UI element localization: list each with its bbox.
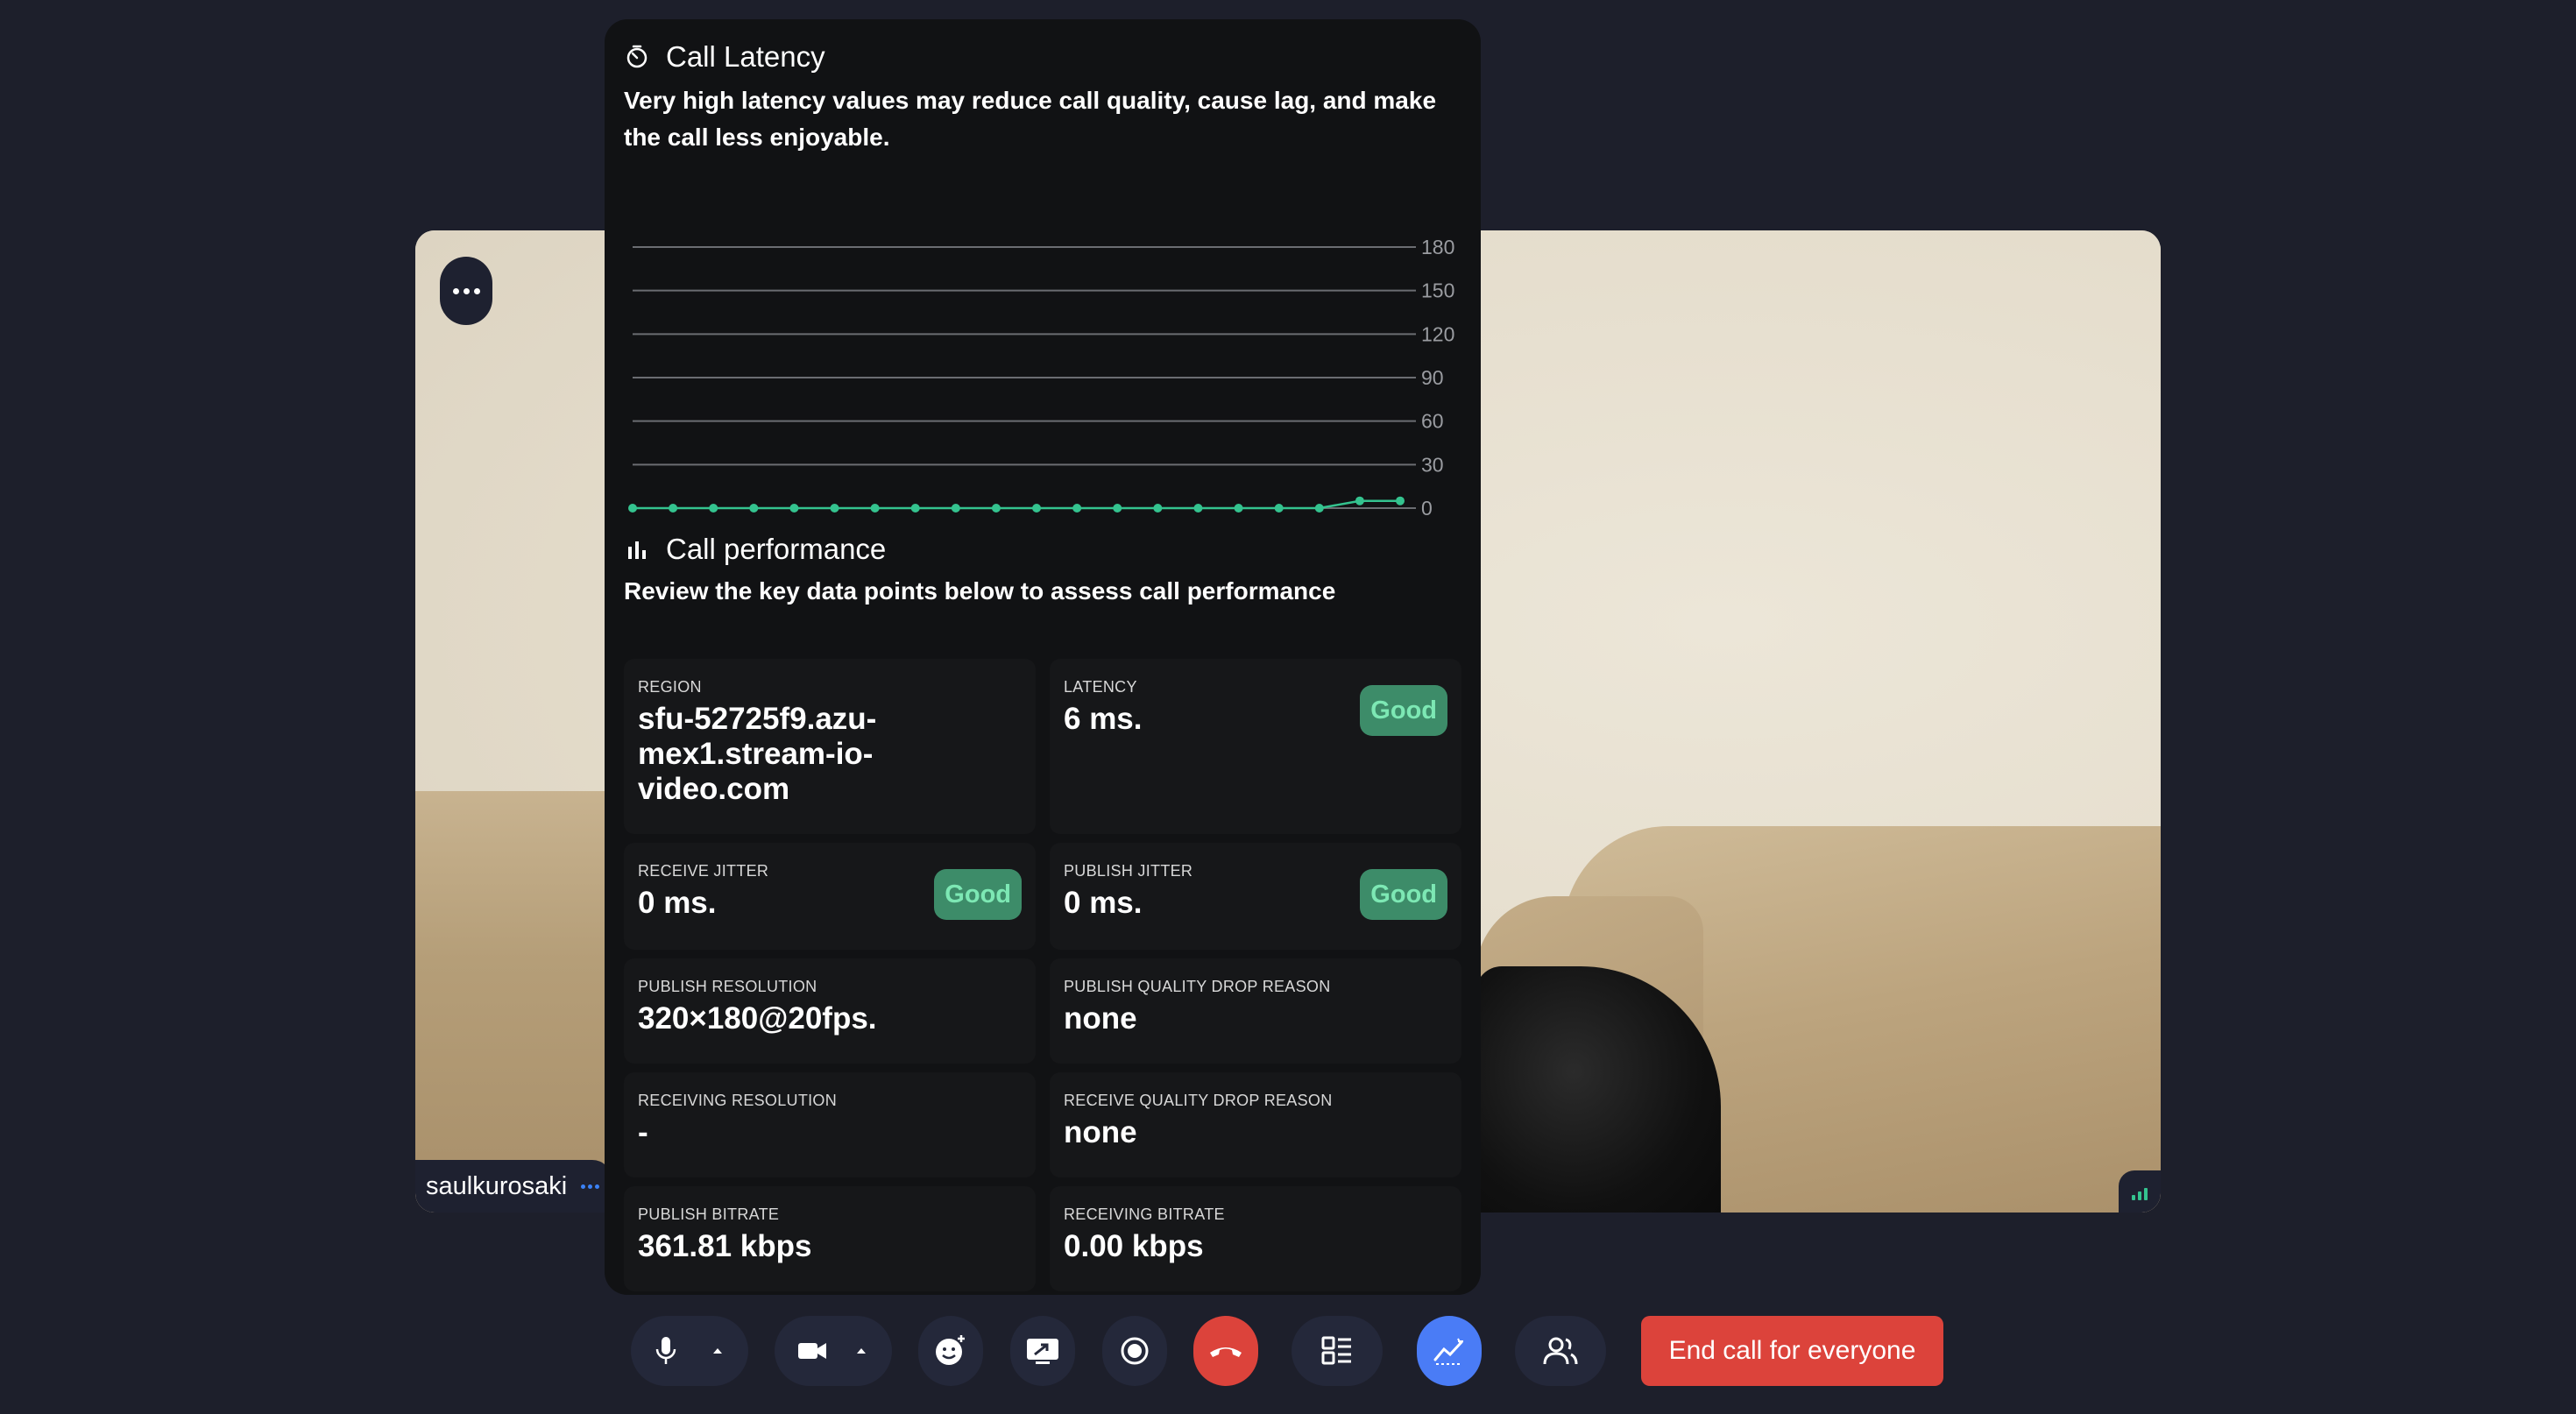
stat-card-receiving-bitrate: RECEIVING BITRATE 0.00 kbps [1050, 1186, 1461, 1291]
latency-point [1193, 504, 1203, 513]
y-tick-label: 60 [1421, 410, 1444, 433]
layout-icon [1321, 1336, 1351, 1365]
stat-card-region: REGION sfu-52725f9.azu-mex1.stream-io-vi… [624, 659, 1036, 834]
status-badge: Good [1360, 869, 1447, 920]
screen-share-icon [1027, 1339, 1058, 1364]
latency-point [1355, 496, 1364, 506]
latency-description: Very high latency values may reduce call… [624, 87, 1437, 151]
stat-label: REGION [638, 678, 702, 696]
chevron-up-icon[interactable] [853, 1342, 870, 1360]
stat-card-publish-bitrate: PUBLISH BITRATE 361.81 kbps [624, 1186, 1036, 1291]
reaction-button[interactable] [918, 1316, 983, 1386]
status-badge: Good [934, 869, 1022, 920]
call-stats-panel: Call Latency Very high latency values ma… [605, 19, 1481, 1295]
performance-description: Review the key data points below to asse… [624, 577, 1336, 604]
end-call-for-everyone-button[interactable]: End call for everyone [1641, 1316, 1943, 1386]
y-tick-label: 180 [1421, 236, 1454, 258]
camera-button[interactable] [775, 1316, 892, 1386]
stat-label: RECEIVING RESOLUTION [638, 1092, 838, 1109]
layout-button[interactable] [1292, 1316, 1383, 1386]
participant-name: saulkurosaki [426, 1171, 568, 1200]
stat-value: - [638, 1115, 648, 1149]
latency-point [749, 504, 759, 513]
hang-up-button[interactable] [1193, 1316, 1258, 1386]
stat-card-latency: LATENCY 6 ms. Good [1050, 659, 1461, 834]
microphone-icon [655, 1337, 676, 1364]
latency-point [709, 504, 718, 513]
chevron-up-icon[interactable] [709, 1342, 726, 1360]
record-icon [1121, 1337, 1149, 1365]
latency-series-line [633, 499, 1400, 510]
stat-value: 320×180@20fps. [638, 1001, 877, 1036]
latency-point [1274, 504, 1284, 513]
latency-point [1314, 504, 1324, 513]
latency-header: Call Latency [624, 40, 825, 74]
camera-icon [798, 1343, 826, 1359]
latency-point [991, 504, 1001, 513]
participants-icon [1543, 1337, 1578, 1365]
stat-card-publish-jitter: PUBLISH JITTER 0 ms. Good [1050, 843, 1461, 950]
stat-value: none [1064, 1115, 1137, 1149]
stat-card-receive-quality-drop: RECEIVE QUALITY DROP REASON none [1050, 1072, 1461, 1177]
participant-options-icon[interactable] [581, 1184, 600, 1189]
participant-menu-button[interactable] [440, 257, 492, 325]
stopwatch-icon [626, 45, 648, 68]
latency-point [1072, 504, 1082, 513]
stat-value: sfu-52725f9.azu-mex1.stream-io-video.com [638, 702, 877, 806]
stat-label: PUBLISH BITRATE [638, 1205, 780, 1223]
hang-up-icon [1210, 1347, 1242, 1357]
latency-point [1153, 504, 1163, 513]
latency-point [1234, 504, 1243, 513]
participants-button[interactable] [1515, 1316, 1606, 1386]
latency-title: Call Latency [666, 40, 825, 73]
stat-card-publish-quality-drop: PUBLISH QUALITY DROP REASON none [1050, 958, 1461, 1064]
stat-value: 0.00 kbps [1064, 1229, 1204, 1263]
performance-title: Call performance [666, 533, 887, 565]
y-tick-label: 120 [1421, 322, 1454, 345]
latency-point [669, 504, 678, 513]
participant-label: saulkurosaki [415, 1160, 612, 1213]
stat-label: RECEIVE QUALITY DROP REASON [1064, 1092, 1333, 1109]
latency-point [628, 504, 637, 513]
latency-point [1396, 496, 1405, 506]
reaction-icon [936, 1335, 965, 1365]
y-tick-label: 30 [1421, 453, 1444, 476]
latency-point [1032, 504, 1042, 513]
stat-label: PUBLISH RESOLUTION [638, 978, 817, 995]
stat-value: none [1064, 1001, 1137, 1036]
stats-grid: REGION sfu-52725f9.azu-mex1.stream-io-vi… [624, 659, 1461, 1291]
latency-chart: 0 30 60 90 120 150 180 [628, 236, 1454, 520]
status-badge: Good [1360, 685, 1447, 736]
stat-label: RECEIVING BITRATE [1064, 1205, 1225, 1223]
stats-icon [1433, 1338, 1463, 1365]
latency-point [789, 504, 799, 513]
latency-point [910, 504, 920, 513]
y-tick-label: 90 [1421, 366, 1444, 389]
y-tick-label: 150 [1421, 279, 1454, 302]
stats-button[interactable] [1417, 1316, 1482, 1386]
y-tick-label: 0 [1421, 497, 1433, 520]
latency-point [870, 504, 880, 513]
screen-share-button[interactable] [1010, 1316, 1075, 1386]
record-button[interactable] [1102, 1316, 1167, 1386]
performance-header: Call performance [624, 533, 886, 566]
latency-point [830, 504, 839, 513]
stat-card-receive-jitter: RECEIVE JITTER 0 ms. Good [624, 843, 1036, 950]
stat-label: PUBLISH QUALITY DROP REASON [1064, 978, 1331, 995]
latency-point [951, 504, 960, 513]
bar-chart-icon [628, 541, 646, 559]
stat-card-receiving-resolution: RECEIVING RESOLUTION - [624, 1072, 1036, 1177]
latency-point [1113, 504, 1122, 513]
stat-card-publish-resolution: PUBLISH RESOLUTION 320×180@20fps. [624, 958, 1036, 1064]
stat-value: 361.81 kbps [638, 1229, 812, 1263]
network-quality-icon [2119, 1170, 2161, 1213]
microphone-button[interactable] [631, 1316, 748, 1386]
